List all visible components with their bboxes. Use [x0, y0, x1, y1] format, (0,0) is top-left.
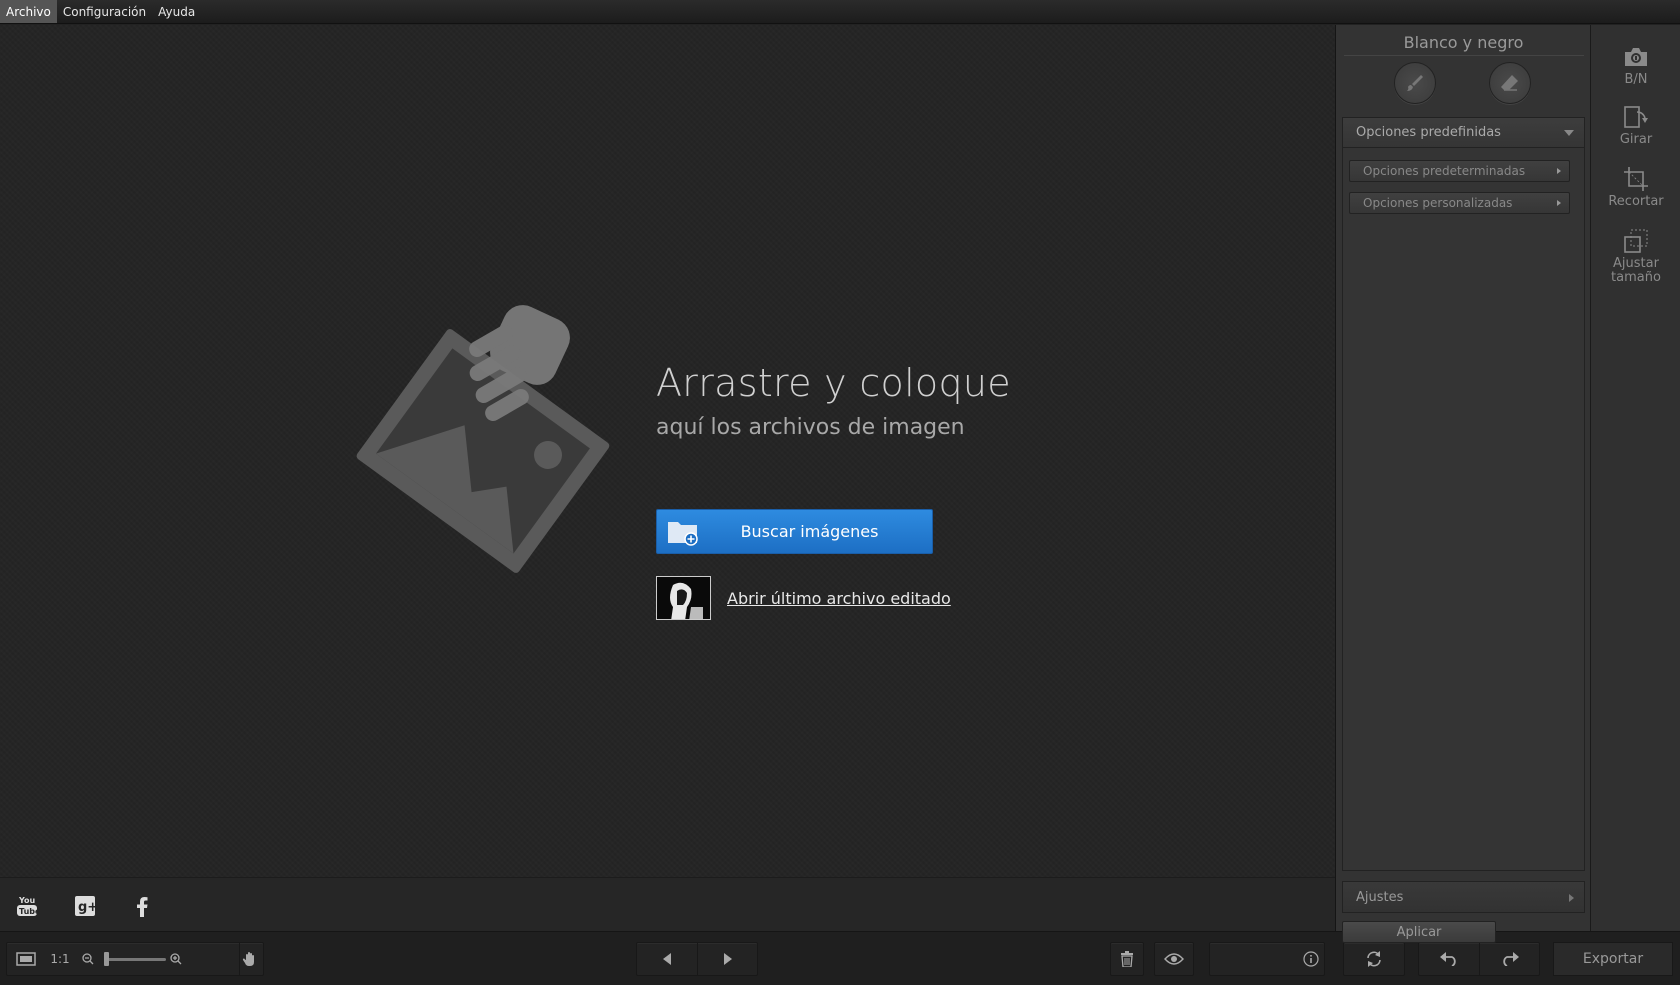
drop-image-illustration	[356, 305, 610, 573]
brush-tool-button[interactable]	[1394, 62, 1436, 104]
apply-button[interactable]: Aplicar	[1342, 921, 1496, 943]
last-file-row: Abrir último archivo editado	[656, 576, 951, 620]
svg-text:g+: g+	[78, 900, 96, 915]
info-group	[1209, 942, 1325, 976]
navigation-group	[636, 942, 758, 976]
chevron-right-icon	[1557, 168, 1561, 174]
chevron-right-icon	[1569, 894, 1574, 902]
browse-images-button[interactable]: Buscar imágenes	[656, 509, 933, 554]
eraser-icon	[1501, 75, 1518, 91]
panel-divider	[1344, 55, 1584, 56]
drop-title: Arrastre y coloque	[656, 361, 1011, 405]
custom-options-button[interactable]: Opciones personalizadas	[1349, 192, 1570, 214]
rotate-icon	[1622, 103, 1650, 131]
camera-icon	[1622, 43, 1650, 71]
bw-tool-label: B/N	[1624, 72, 1648, 87]
zoom-slider-handle[interactable]	[104, 952, 109, 966]
google-plus-icon[interactable]: g+	[73, 894, 97, 918]
eye-icon[interactable]	[1155, 943, 1193, 975]
menu-bar: Archivo Configuración Ayuda	[0, 0, 1680, 24]
crop-tool[interactable]: Recortar	[1591, 165, 1680, 209]
brush-icon	[1407, 75, 1423, 91]
undo-icon[interactable]	[1419, 943, 1479, 975]
zoom-slider[interactable]	[104, 958, 166, 961]
eraser-tool-button[interactable]	[1489, 62, 1531, 104]
tool-strip: B/N Girar Recortar Ajustar tamaño	[1590, 25, 1680, 931]
svg-text:Tube: Tube	[19, 907, 38, 916]
last-file-thumbnail[interactable]	[656, 576, 711, 620]
next-image-icon[interactable]	[697, 943, 757, 975]
rotate-tool-label: Girar	[1619, 132, 1653, 147]
crop-tool-label: Recortar	[1608, 194, 1664, 209]
menu-ayuda[interactable]: Ayuda	[152, 0, 201, 23]
zoom-out-icon[interactable]	[79, 943, 97, 975]
social-strip: You Tube g+	[0, 877, 1335, 931]
custom-options-label: Opciones personalizadas	[1363, 196, 1513, 210]
resize-tool[interactable]: Ajustar tamaño	[1591, 227, 1680, 285]
refresh-icon[interactable]	[1344, 943, 1404, 975]
hand-tool-icon[interactable]	[239, 943, 259, 975]
rotate-tool[interactable]: Girar	[1591, 103, 1680, 147]
bw-tool[interactable]: B/N	[1591, 43, 1680, 87]
adjustments-label: Ajustes	[1356, 889, 1404, 905]
zoom-group: 1:1	[6, 942, 264, 976]
facebook-icon[interactable]	[130, 894, 154, 918]
menu-configuracion[interactable]: Configuración	[57, 0, 152, 23]
trash-icon[interactable]	[1111, 943, 1143, 975]
zoom-in-icon[interactable]	[167, 943, 185, 975]
youtube-icon[interactable]: You Tube	[15, 894, 39, 918]
fit-screen-icon[interactable]	[13, 943, 39, 975]
info-icon[interactable]	[1298, 943, 1324, 975]
drop-subtitle: aquí los archivos de imagen	[656, 415, 965, 440]
history-group	[1418, 942, 1540, 976]
presets-label: Opciones predefinidas	[1356, 125, 1501, 140]
resize-icon	[1622, 227, 1650, 255]
delete-group	[1110, 942, 1144, 976]
chevron-down-icon	[1564, 130, 1574, 136]
export-button[interactable]: Exportar	[1553, 942, 1673, 976]
preview-group	[1154, 942, 1194, 976]
svg-text:You: You	[18, 896, 36, 905]
chevron-right-icon	[1557, 200, 1561, 206]
default-options-button[interactable]: Opciones predeterminadas	[1349, 160, 1570, 182]
drop-area[interactable]: Arrastre y coloque aquí los archivos de …	[0, 25, 1335, 877]
presets-box: Opciones predefinidas Opciones predeterm…	[1342, 117, 1585, 871]
presets-dropdown[interactable]: Opciones predefinidas	[1343, 118, 1584, 148]
redo-icon[interactable]	[1479, 943, 1539, 975]
resize-tool-label: Ajustar tamaño	[1611, 256, 1661, 285]
panel-title: Blanco y negro	[1403, 33, 1524, 52]
previous-image-icon[interactable]	[637, 943, 697, 975]
open-last-file-link[interactable]: Abrir último archivo editado	[727, 589, 951, 608]
add-folder-icon	[668, 522, 698, 546]
effects-panel: Blanco y negro Opciones predefinidas Opc…	[1335, 25, 1590, 943]
menu-archivo[interactable]: Archivo	[0, 0, 57, 23]
reset-group	[1343, 942, 1405, 976]
actual-size-button[interactable]: 1:1	[47, 943, 73, 975]
default-options-label: Opciones predeterminadas	[1363, 164, 1526, 178]
crop-icon	[1622, 165, 1650, 193]
adjustments-section[interactable]: Ajustes	[1342, 881, 1585, 913]
